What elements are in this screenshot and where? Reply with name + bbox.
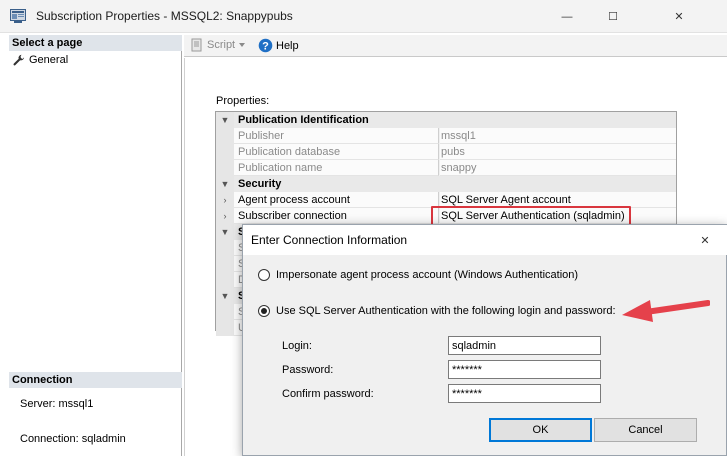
login-field[interactable] <box>448 336 601 355</box>
expand-icon[interactable]: › <box>216 192 234 208</box>
property-name: Publication database <box>234 144 439 160</box>
page-item-label: General <box>29 54 69 66</box>
minimize-icon: — <box>561 10 573 23</box>
properties-label: Properties: <box>216 95 270 107</box>
property-name: Publication name <box>234 160 439 176</box>
property-name: Publisher <box>234 128 439 144</box>
dialog-title: Enter Connection Information <box>251 233 408 247</box>
property-name: Agent process account <box>234 192 439 208</box>
property-value: pubs <box>440 144 676 160</box>
close-icon: ✕ <box>674 11 684 23</box>
chevron-down-icon <box>239 43 246 47</box>
radio-sql-auth[interactable] <box>258 305 270 317</box>
password-label: Password: <box>282 364 334 376</box>
svg-text:?: ? <box>262 41 269 53</box>
property-row[interactable]: Publication database pubs <box>216 144 676 160</box>
collapse-icon[interactable]: ▼ <box>216 112 234 128</box>
confirm-password-field[interactable] <box>448 384 601 403</box>
help-icon: ? <box>258 38 273 53</box>
category-security[interactable]: ▼ Security <box>216 176 676 192</box>
minimize-button[interactable]: — <box>544 0 590 33</box>
window-title: Subscription Properties - MSSQL2: Snappy… <box>36 9 293 23</box>
property-name: Subscriber connection <box>234 208 439 224</box>
category-label: Publication Identification <box>238 114 369 126</box>
connection-server: Server: mssql1 <box>20 398 94 410</box>
radio-impersonate-label[interactable]: Impersonate agent process account (Windo… <box>276 269 578 281</box>
cancel-button[interactable]: Cancel <box>594 418 697 442</box>
maximize-button[interactable]: ☐ <box>590 0 636 33</box>
select-page-header: Select a page <box>9 35 182 51</box>
close-icon: ✕ <box>700 234 710 247</box>
radio-impersonate[interactable] <box>258 269 270 281</box>
ok-button[interactable]: OK <box>489 418 592 442</box>
script-label: Script <box>207 39 236 51</box>
help-button[interactable]: ? Help <box>258 38 299 53</box>
expand-icon[interactable]: › <box>216 208 234 224</box>
radio-selected-dot <box>261 308 267 314</box>
collapse-icon[interactable]: ▼ <box>216 224 234 240</box>
connection-header: Connection <box>9 372 182 388</box>
close-button[interactable]: ✕ <box>656 0 702 33</box>
category-publication-identification[interactable]: ▼ Publication Identification <box>216 112 676 128</box>
radio-sql-auth-label[interactable]: Use SQL Server Authentication with the f… <box>276 305 616 317</box>
annotation-arrow-icon <box>622 300 710 322</box>
maximize-icon: ☐ <box>608 11 618 23</box>
login-label: Login: <box>282 340 312 352</box>
property-row[interactable]: Publisher mssql1 <box>216 128 676 144</box>
password-field[interactable] <box>448 360 601 379</box>
app-icon <box>10 9 26 23</box>
collapse-icon[interactable]: ▼ <box>216 176 234 192</box>
select-page-pane <box>9 35 182 456</box>
dialog-close-button[interactable]: ✕ <box>690 225 720 255</box>
property-value: snappy <box>440 160 676 176</box>
help-label: Help <box>276 39 299 52</box>
script-button[interactable]: Script <box>190 38 246 52</box>
category-label: Security <box>238 178 282 190</box>
wrench-icon <box>13 54 25 66</box>
property-row[interactable]: Publication name snappy <box>216 160 676 176</box>
page-item-general[interactable]: General <box>13 52 68 68</box>
collapse-icon[interactable]: ▼ <box>216 288 234 304</box>
script-icon <box>191 38 202 52</box>
confirm-password-label: Confirm password: <box>282 388 374 400</box>
highlight-box <box>431 206 631 226</box>
connection-user: Connection: sqladmin <box>20 433 126 445</box>
property-value: mssql1 <box>440 128 676 144</box>
